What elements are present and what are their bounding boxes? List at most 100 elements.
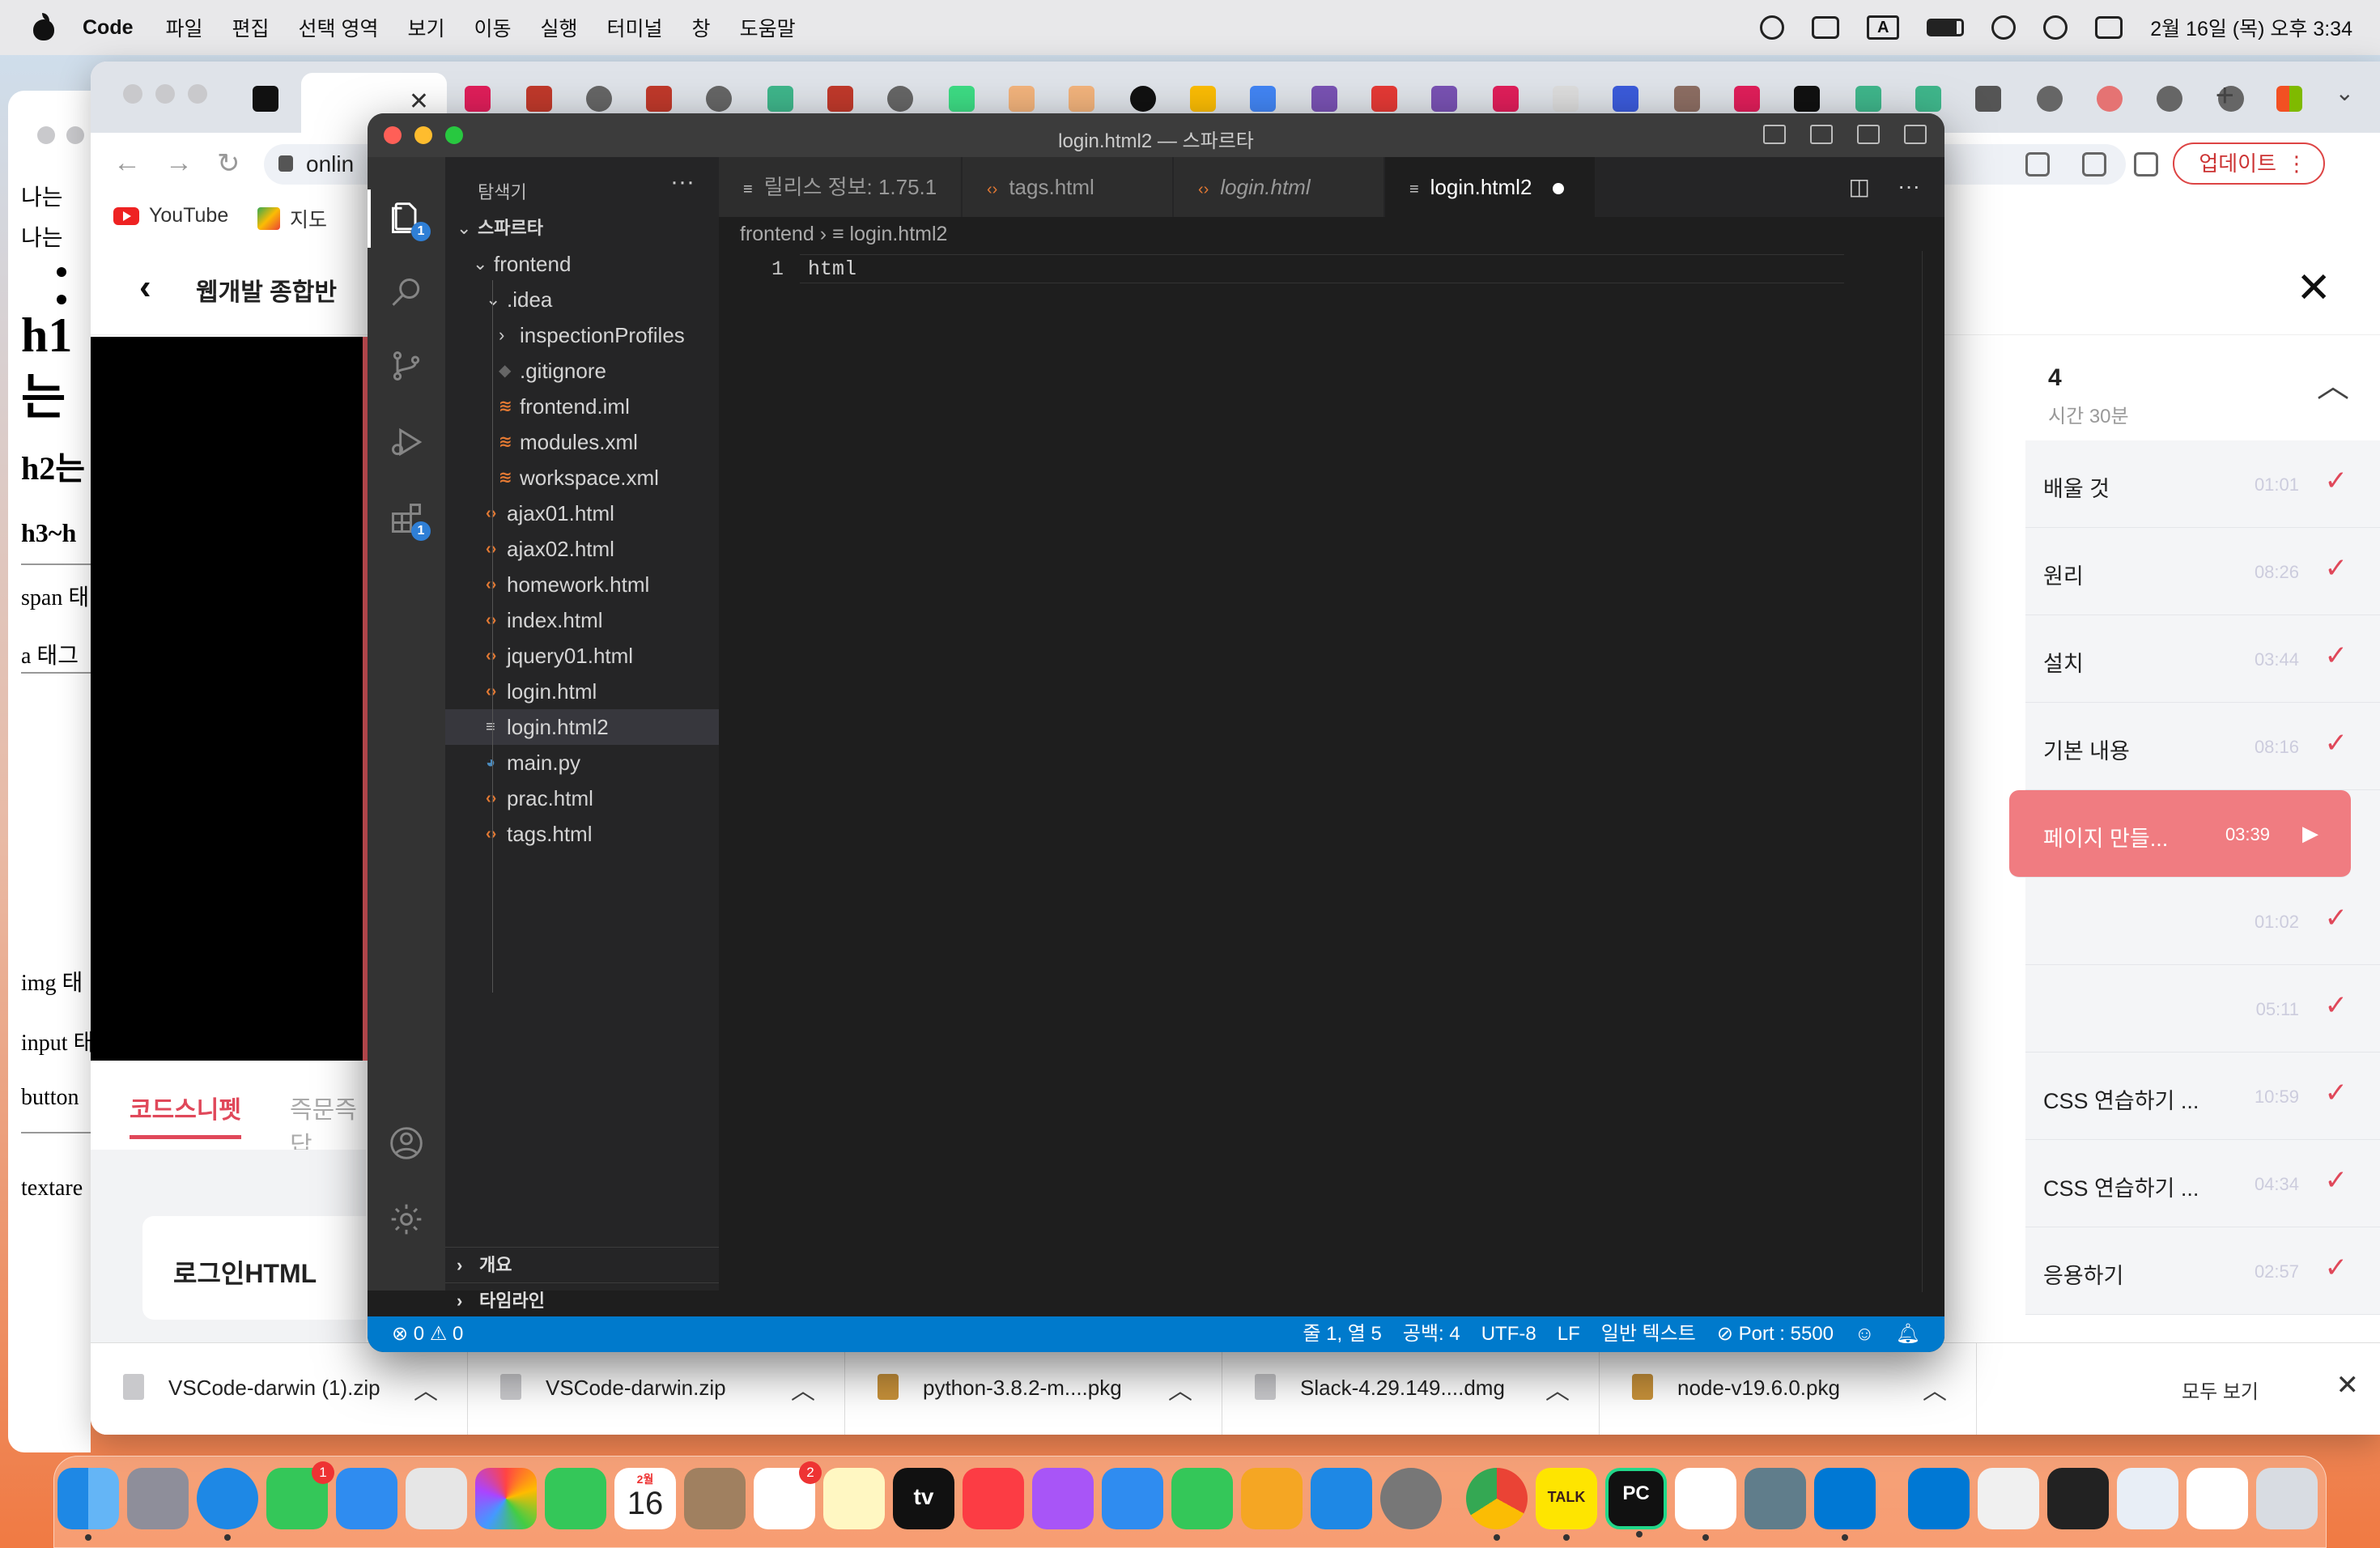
contacts-icon[interactable] — [684, 1468, 746, 1529]
explorer-icon[interactable]: 1 — [368, 189, 431, 248]
bookmark-maps[interactable]: 지도 — [257, 204, 327, 233]
window-thumbnail-icon[interactable] — [2187, 1468, 2248, 1529]
tree-file[interactable]: ≡ login.html2 — [445, 709, 719, 745]
menu-file[interactable]: 파일 — [166, 13, 203, 42]
globe-tab-icon[interactable] — [586, 86, 612, 112]
safari-icon[interactable] — [197, 1468, 258, 1541]
control-center-icon[interactable] — [2095, 16, 2123, 39]
tree-file[interactable]: ≋ frontend.iml — [445, 389, 719, 424]
forward-arrow-icon[interactable]: → — [165, 147, 193, 179]
toggle-sidebar-icon[interactable] — [1763, 125, 1786, 144]
lesson-item[interactable]: 01:02 ✓ — [2025, 878, 2380, 965]
pycharm-icon[interactable]: PC — [1605, 1468, 1667, 1537]
reload-icon[interactable]: ↻ — [217, 147, 240, 180]
menu-window[interactable]: 창 — [692, 13, 711, 42]
indentation[interactable]: 공백: 4 — [1403, 1316, 1460, 1352]
tree-folder[interactable]: ⌄ .idea — [445, 282, 719, 317]
extensions-icon[interactable] — [2082, 152, 2106, 176]
vue-tab-icon[interactable] — [767, 86, 793, 112]
tab-icon[interactable] — [1069, 86, 1094, 112]
chevron-up-icon[interactable]: ︿ — [1168, 1371, 1192, 1406]
breadcrumb-folder[interactable]: frontend — [740, 223, 814, 245]
vscode-icon[interactable] — [1908, 1468, 1970, 1529]
bookmark-youtube[interactable]: YouTube — [113, 204, 228, 228]
close-icon[interactable]: ✕ — [2336, 1369, 2360, 1401]
calendar-icon[interactable]: 2월 16 — [614, 1468, 676, 1529]
lesson-item[interactable]: 원리 08:26 ✓ — [2025, 528, 2380, 615]
download-item[interactable]: VSCode-darwin.zip ︿ — [468, 1343, 845, 1435]
input-source-icon[interactable]: A — [1867, 15, 1900, 40]
tree-file[interactable]: ‹› login.html — [445, 674, 719, 709]
vue-tab-icon[interactable] — [1855, 86, 1881, 112]
menu-edit[interactable]: 편집 — [232, 13, 270, 42]
tab-icon[interactable] — [2097, 86, 2123, 112]
lesson-item[interactable]: 설치 03:44 ✓ — [2025, 615, 2380, 703]
cursor-position[interactable]: 줄 1, 열 5 — [1303, 1316, 1382, 1352]
lesson-item[interactable]: CSS 연습하기 ... 10:59 ✓ — [2025, 1053, 2380, 1140]
tab-icon[interactable] — [1794, 86, 1820, 112]
launchpad-icon[interactable] — [127, 1468, 189, 1529]
close-icon[interactable]: ✕ — [2296, 264, 2331, 313]
kakaotalk-icon[interactable]: TALK — [1536, 1468, 1597, 1541]
tab-icon[interactable] — [1009, 86, 1035, 112]
slack-icon[interactable] — [1675, 1468, 1736, 1541]
tab-icon[interactable] — [1613, 86, 1638, 112]
bootstrap-tab-icon[interactable] — [1311, 86, 1337, 112]
tree-file[interactable]: ‹› homework.html — [445, 567, 719, 602]
mail-icon[interactable] — [336, 1468, 397, 1529]
globe-tab-icon[interactable] — [887, 86, 913, 112]
back-arrow-icon[interactable]: ← — [113, 147, 141, 179]
end-of-line[interactable]: LF — [1558, 1316, 1580, 1352]
slack-tab-icon[interactable] — [465, 86, 491, 112]
editor-tab[interactable]: ≡ login.html2 — [1385, 157, 1596, 217]
new-tab-icon[interactable]: + — [2216, 78, 2234, 114]
rocket-app-icon[interactable] — [1745, 1468, 1806, 1529]
pages-icon[interactable] — [1241, 1468, 1303, 1529]
menu-run[interactable]: 실행 — [541, 13, 578, 42]
update-button[interactable]: 업데이트 — [2173, 142, 2325, 185]
chrome-icon[interactable] — [1466, 1468, 1528, 1541]
minimize-window-button[interactable] — [155, 84, 175, 104]
tree-file[interactable]: ‹› jquery01.html — [445, 638, 719, 674]
outline-section[interactable]: › 개요 — [445, 1247, 719, 1282]
tab-search-chevron-icon[interactable]: ⌄ — [2335, 79, 2354, 106]
search-icon[interactable] — [389, 275, 424, 311]
download-item[interactable]: VSCode-darwin (1).zip ︿ — [91, 1343, 468, 1435]
window-thumbnail-icon[interactable] — [2117, 1468, 2178, 1529]
chevron-up-icon[interactable]: ︿ — [2317, 359, 2349, 406]
customize-layout-icon[interactable] — [1904, 125, 1927, 144]
facetime-icon[interactable] — [545, 1468, 606, 1529]
app-store-icon[interactable] — [1311, 1468, 1372, 1529]
app-menu[interactable]: Code — [83, 16, 134, 40]
messages-icon[interactable]: 1 — [266, 1461, 334, 1529]
globe-tab-icon[interactable] — [2037, 86, 2063, 112]
more-actions-icon[interactable]: ··· — [670, 168, 695, 196]
tree-folder[interactable]: › inspectionProfiles — [445, 317, 719, 353]
snippet-card[interactable]: 로그인HTML — [142, 1216, 385, 1320]
tree-file[interactable]: ≋ modules.xml — [445, 424, 719, 460]
show-all-downloads-button[interactable]: 모두 보기 — [2182, 1376, 2259, 1404]
close-window-button[interactable] — [123, 84, 142, 104]
run-debug-icon[interactable] — [389, 424, 424, 460]
book-tab-icon[interactable] — [827, 86, 853, 112]
notifications-bell-icon[interactable]: 🔔︎ — [1896, 1316, 1920, 1352]
vscode-icon[interactable] — [1814, 1468, 1876, 1541]
lesson-item[interactable]: 배울 것 01:01 ✓ — [2025, 440, 2380, 528]
document-thumbnail-icon[interactable] — [1978, 1468, 2039, 1529]
system-settings-icon[interactable] — [1380, 1468, 1442, 1529]
apple-menu-icon[interactable] — [29, 13, 58, 42]
accounts-icon[interactable] — [389, 1125, 424, 1161]
menu-help[interactable]: 도움말 — [740, 13, 796, 42]
download-item[interactable]: node-v19.6.0.pkg ︿ — [1600, 1343, 1977, 1435]
side-panel-icon[interactable] — [2134, 152, 2158, 176]
unsaved-dot-icon[interactable] — [1553, 183, 1565, 195]
vue-tab-icon[interactable] — [1915, 86, 1941, 112]
editor-scrollbar[interactable] — [1922, 251, 1944, 1292]
tree-file[interactable]: ‹› tags.html — [445, 816, 719, 852]
podcasts-icon[interactable] — [1032, 1468, 1094, 1529]
lesson-item[interactable]: 페이지 만들... 03:39 ▶ — [2009, 790, 2351, 878]
tab-icon[interactable] — [1250, 86, 1276, 112]
lesson-item[interactable]: CSS 연습하기 ... 04:34 ✓ — [2025, 1140, 2380, 1227]
toggle-secondary-sidebar-icon[interactable] — [1857, 125, 1880, 144]
android-tab-icon[interactable] — [949, 86, 975, 112]
